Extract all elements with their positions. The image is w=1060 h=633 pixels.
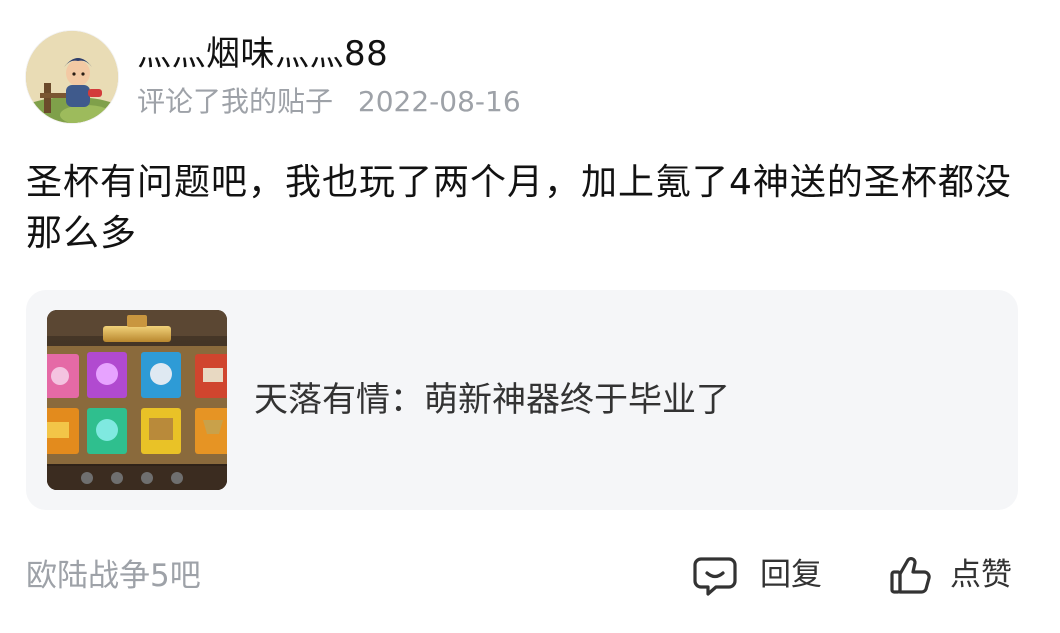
quoted-post-thumbnail (47, 310, 227, 490)
avatar[interactable] (26, 31, 118, 123)
comment-text: 圣杯有问题吧，我也玩了两个月，加上氪了4神送的圣杯都没那么多 (26, 162, 1012, 254)
meta-date: 2022-08-16 (357, 85, 521, 118)
avatar-icon (26, 31, 118, 123)
forum-source-link[interactable]: 欧陆战争5吧 (26, 556, 201, 596)
quoted-post-card[interactable]: 天落有情：萌新神器终于毕业了 (26, 290, 1018, 510)
like-button[interactable]: 点赞 (888, 550, 1012, 600)
comment-icon (692, 552, 738, 598)
reply-button[interactable]: 回复 (692, 550, 822, 600)
reply-label: 回复 (760, 557, 822, 593)
username[interactable]: 灬灬烟味灬灬88 (137, 32, 388, 76)
meta-action: 评论了我的贴子 (137, 85, 334, 118)
like-label: 点赞 (950, 557, 1012, 593)
game-screenshot-icon (47, 310, 227, 490)
comment-notification: 灬灬烟味灬灬88 评论了我的贴子 2022-08-16 圣杯有问题吧，我也玩了两… (0, 0, 1060, 633)
quoted-post-text: 天落有情：萌新神器终于毕业了 (254, 380, 730, 420)
comment-meta: 评论了我的贴子 2022-08-16 (137, 84, 521, 120)
thumbs-up-icon (888, 552, 934, 598)
